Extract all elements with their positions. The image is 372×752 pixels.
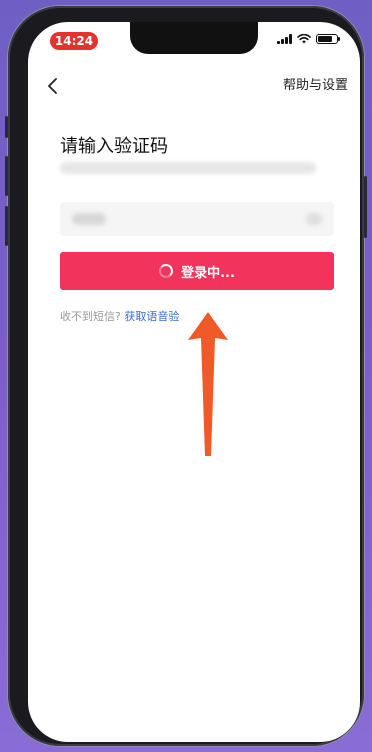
watermark: 〰〰〰〰 <box>289 719 346 733</box>
phone-frame: 14:24 帮助与设置 请输入验证码 登录中... 收不到短信? 获取语音验 <box>5 6 367 746</box>
no-sms-text: 收不到短信? <box>60 310 121 323</box>
login-button-label: 登录中... <box>181 265 235 281</box>
arrow-up-annotation <box>188 312 228 456</box>
signal-icon <box>277 34 292 44</box>
app-screen: 14:24 帮助与设置 请输入验证码 登录中... 收不到短信? 获取语音验 <box>28 22 360 742</box>
back-button[interactable] <box>40 74 64 98</box>
status-icons <box>277 34 340 44</box>
wifi-icon <box>297 34 311 44</box>
no-sms-row: 收不到短信? 获取语音验 <box>60 308 179 324</box>
battery-icon <box>316 34 340 44</box>
camera-notch <box>130 22 258 54</box>
page-title: 请输入验证码 <box>60 136 168 157</box>
redacted-input-text <box>72 213 106 225</box>
redacted-subtitle <box>60 162 316 174</box>
verification-code-input[interactable] <box>60 202 334 236</box>
redacted-input-suffix <box>306 213 322 225</box>
status-time: 14:24 <box>50 32 98 50</box>
power-button <box>364 176 367 238</box>
login-button[interactable]: 登录中... <box>60 252 334 290</box>
chevron-left-icon <box>48 78 57 94</box>
volume-up-button <box>5 156 8 196</box>
mute-switch <box>5 116 8 138</box>
volume-down-button <box>5 206 8 246</box>
help-settings-link[interactable]: 帮助与设置 <box>283 74 348 93</box>
voice-code-link[interactable]: 获取语音验 <box>124 310 179 323</box>
loading-spinner-icon <box>159 264 174 278</box>
